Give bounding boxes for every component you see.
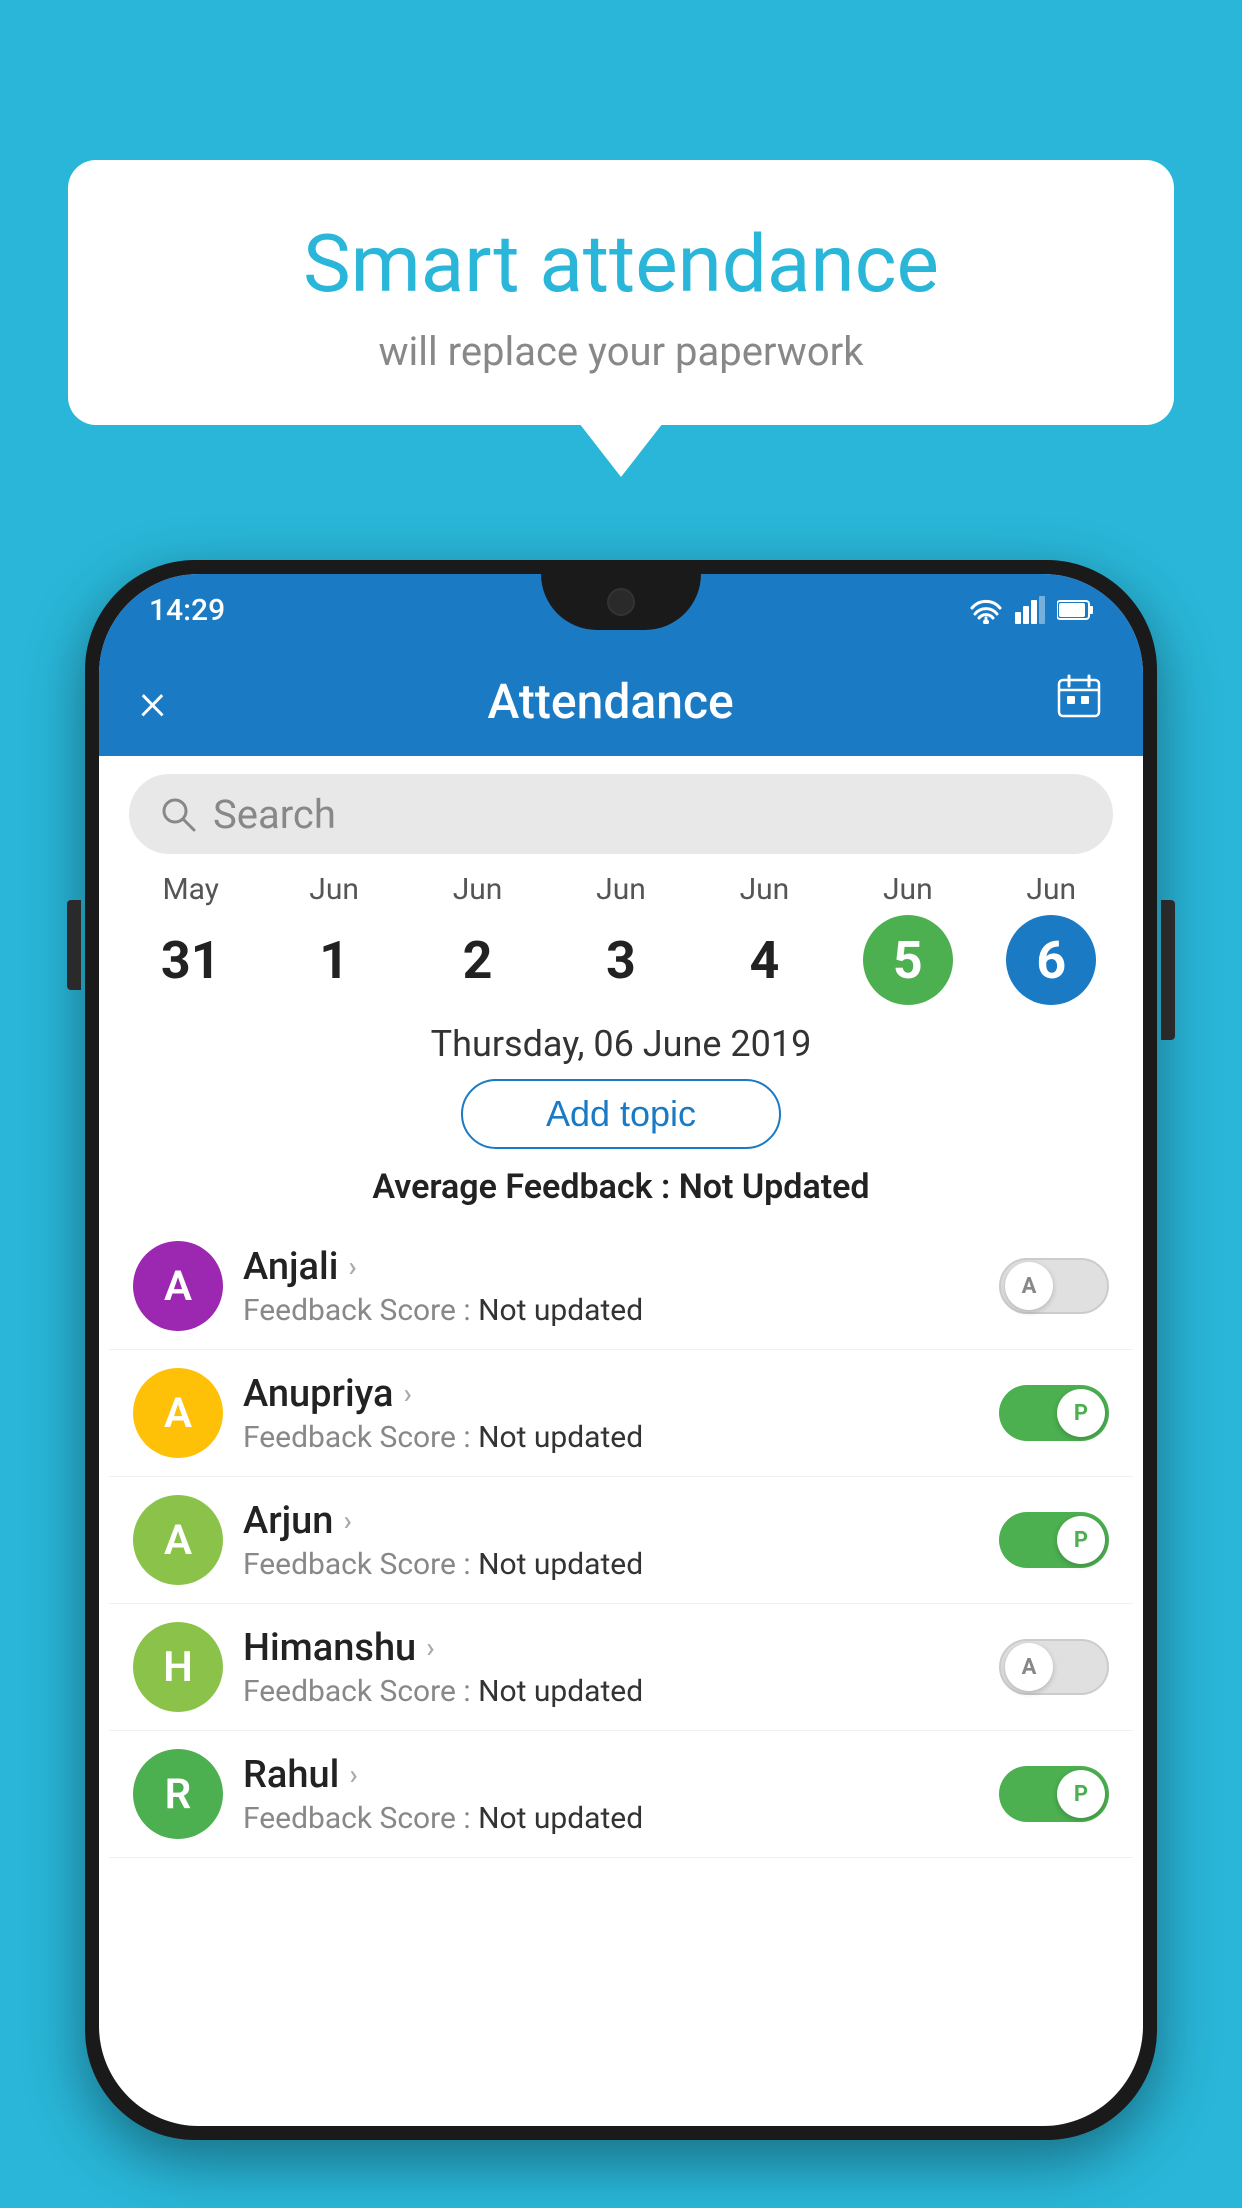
cal-month: Jun <box>1026 872 1076 907</box>
feedback-score: Feedback Score : Not updated <box>243 1801 979 1836</box>
cal-day: 2 <box>433 915 523 1005</box>
chevron-icon: › <box>348 1250 356 1283</box>
app-bar-title: Attendance <box>488 673 734 730</box>
cal-month: Jun <box>883 872 933 907</box>
cal-day: 6 <box>1006 915 1096 1005</box>
attendance-toggle[interactable]: A <box>999 1639 1109 1695</box>
search-bar[interactable]: Search <box>129 774 1113 854</box>
wifi-icon <box>969 596 1003 624</box>
student-avatar: H <box>133 1622 223 1712</box>
cal-day: 4 <box>719 915 809 1005</box>
calendar-cell-4[interactable]: Jun 4 <box>693 872 836 1005</box>
attendance-toggle[interactable]: P <box>999 1385 1109 1441</box>
cal-day: 3 <box>576 915 666 1005</box>
student-item[interactable]: H Himanshu › Feedback Score : Not update… <box>109 1604 1133 1731</box>
search-placeholder: Search <box>213 791 336 838</box>
student-item[interactable]: A Anupriya › Feedback Score : Not update… <box>109 1350 1133 1477</box>
calendar-icon[interactable] <box>1055 672 1103 731</box>
status-time: 14:29 <box>149 593 225 628</box>
avg-feedback-value: Not Updated <box>679 1167 870 1207</box>
student-item[interactable]: R Rahul › Feedback Score : Not updated P <box>109 1731 1133 1858</box>
student-info: Rahul › Feedback Score : Not updated <box>243 1753 979 1836</box>
selected-date: Thursday, 06 June 2019 <box>99 1023 1143 1065</box>
close-button[interactable]: × <box>139 671 166 732</box>
avg-feedback-label: Average Feedback : <box>372 1167 670 1207</box>
battery-icon <box>1057 598 1093 622</box>
cal-day: 1 <box>289 915 379 1005</box>
student-info: Himanshu › Feedback Score : Not updated <box>243 1626 979 1709</box>
student-name: Anjali › <box>243 1245 979 1289</box>
signal-icon <box>1015 596 1045 624</box>
status-icons <box>969 596 1093 624</box>
cal-month: Jun <box>309 872 359 907</box>
student-avatar: A <box>133 1241 223 1331</box>
chevron-icon: › <box>426 1631 434 1664</box>
cal-month: May <box>162 872 218 907</box>
calendar-cell-3[interactable]: Jun 3 <box>549 872 692 1005</box>
feedback-score: Feedback Score : Not updated <box>243 1420 979 1455</box>
cal-day: 5 <box>863 915 953 1005</box>
calendar-cell-6[interactable]: Jun 6 <box>980 872 1123 1005</box>
student-avatar: A <box>133 1495 223 1585</box>
calendar-cell-5[interactable]: Jun 5 <box>836 872 979 1005</box>
calendar-cell-2[interactable]: Jun 2 <box>406 872 549 1005</box>
bubble-subtitle: will replace your paperwork <box>118 328 1124 375</box>
feedback-score: Feedback Score : Not updated <box>243 1547 979 1582</box>
feedback-score: Feedback Score : Not updated <box>243 1293 979 1328</box>
speech-bubble: Smart attendance will replace your paper… <box>68 160 1174 425</box>
student-avatar: R <box>133 1749 223 1839</box>
calendar-row: May 31 Jun 1 Jun 2 Jun 3 Jun 4 Jun 5 Jun… <box>99 872 1143 1005</box>
cal-month: Jun <box>596 872 646 907</box>
attendance-toggle[interactable]: A <box>999 1258 1109 1314</box>
add-topic-button[interactable]: Add topic <box>461 1079 781 1149</box>
student-name: Arjun › <box>243 1499 979 1543</box>
phone-outer: 14:29 <box>85 560 1157 2140</box>
camera <box>607 588 635 616</box>
student-name: Rahul › <box>243 1753 979 1797</box>
student-info: Anjali › Feedback Score : Not updated <box>243 1245 979 1328</box>
student-list: A Anjali › Feedback Score : Not updated … <box>99 1223 1143 1858</box>
phone-inner: 14:29 <box>99 574 1143 2126</box>
chevron-icon: › <box>349 1758 357 1791</box>
feedback-score: Feedback Score : Not updated <box>243 1674 979 1709</box>
student-item[interactable]: A Anjali › Feedback Score : Not updated … <box>109 1223 1133 1350</box>
student-info: Anupriya › Feedback Score : Not updated <box>243 1372 979 1455</box>
cal-day: 31 <box>146 915 236 1005</box>
search-icon <box>159 795 197 833</box>
student-avatar: A <box>133 1368 223 1458</box>
student-info: Arjun › Feedback Score : Not updated <box>243 1499 979 1582</box>
app-bar: × Attendance <box>99 646 1143 756</box>
bubble-title: Smart attendance <box>118 220 1124 308</box>
average-feedback: Average Feedback : Not Updated <box>99 1167 1143 1207</box>
student-name: Himanshu › <box>243 1626 979 1670</box>
cal-month: Jun <box>740 872 790 907</box>
calendar-cell-0[interactable]: May 31 <box>119 872 262 1005</box>
phone-wrapper: 14:29 <box>85 560 1157 2208</box>
attendance-toggle[interactable]: P <box>999 1766 1109 1822</box>
student-item[interactable]: A Arjun › Feedback Score : Not updated P <box>109 1477 1133 1604</box>
cal-month: Jun <box>453 872 503 907</box>
chevron-icon: › <box>403 1377 411 1410</box>
calendar-cell-1[interactable]: Jun 1 <box>262 872 405 1005</box>
student-name: Anupriya › <box>243 1372 979 1416</box>
chevron-icon: › <box>343 1504 351 1537</box>
attendance-toggle[interactable]: P <box>999 1512 1109 1568</box>
